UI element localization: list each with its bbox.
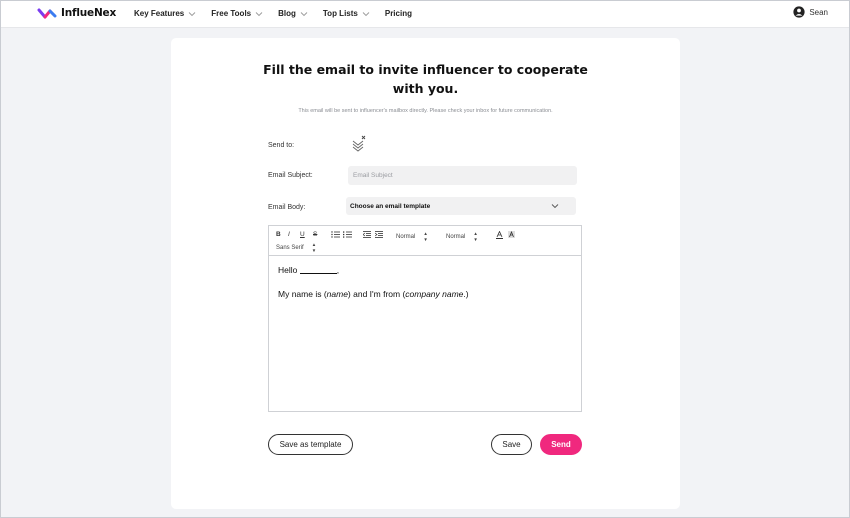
chevron-down-icon [300,11,308,16]
email-body-editor: B I U S Normal ▲ ▼ Normal ▲ ▼ Sans Serif… [268,225,582,412]
name-blank [299,265,337,274]
sort-arrows-icon: ▲ ▼ [311,242,317,253]
title-line-1: Fill the email to invite influencer to c… [263,62,588,77]
email-subject-input[interactable] [348,166,577,185]
ordered-list-icon[interactable] [331,231,340,238]
size-select-value: Normal [446,234,466,240]
italic-button[interactable]: I [288,231,290,238]
text-color-icon[interactable] [496,231,503,239]
nav-label: Free Tools [211,9,252,18]
body-label: Email Body: [268,204,306,211]
sort-arrows-icon: ▲ ▼ [423,231,428,242]
invite-card: Fill the email to invite influencer to c… [171,38,680,509]
send-button[interactable]: Send [540,434,582,455]
outdent-icon[interactable] [363,231,371,238]
user-avatar-icon [793,6,805,18]
editor-toolbar: B I U S Normal ▲ ▼ Normal ▲ ▼ Sans Serif… [269,226,581,256]
sort-arrows-icon: ▲ ▼ [473,231,478,242]
email-template-select[interactable]: Choose an email template [346,197,576,215]
logo-icon [37,8,57,19]
font-select[interactable]: Sans Serif ▲ ▼ [276,242,316,254]
user-name: Sean [809,7,828,17]
bullet-list-icon[interactable] [343,231,352,238]
chevron-down-icon [188,11,196,16]
underline-button[interactable]: U [300,231,305,238]
recipient-avatar-icon[interactable] [352,135,366,153]
name-placeholder: name [326,289,348,299]
nav-free-tools[interactable]: Free Tools [211,9,263,18]
nav-label: Pricing [384,9,412,18]
chevron-down-icon [362,11,370,16]
editor-content[interactable]: Hello , My name is (name) and I'm from (… [269,256,581,322]
save-button[interactable]: Save [491,434,532,455]
template-select-value: Choose an email template [350,202,431,210]
save-as-template-button[interactable]: Save as template [268,434,353,455]
page-subtitle: This email will be sent to influencer's … [298,108,553,114]
page-title: Fill the email to invite influencer to c… [171,60,680,98]
nav-key-features[interactable]: Key Features [134,9,196,18]
nav-label: Top Lists [322,9,358,18]
heading-select-value: Normal [396,234,416,240]
send-to-label: Send to: [268,142,295,149]
brand-logo[interactable]: InflueNex [37,7,116,19]
title-line-2: with you. [392,81,459,96]
nav-label: Blog [278,9,296,18]
company-placeholder: company name [405,289,464,299]
size-select[interactable]: Normal ▲ ▼ [446,231,478,243]
background-color-icon[interactable] [508,231,515,239]
nav-label: Key Features [134,9,185,18]
greeting-line: Hello , [278,265,340,275]
font-select-value: Sans Serif [276,245,304,251]
brand-name: InflueNex [61,7,117,19]
subject-label: Email Subject: [268,172,313,179]
bold-button[interactable]: B [276,231,281,238]
intro-line: My name is (name) and I'm from (company … [278,289,469,299]
main-nav: Key Features Free Tools Blog Top Lists P… [134,9,427,18]
nav-pricing[interactable]: Pricing [385,9,412,18]
top-navbar: InflueNex Key Features Free Tools Blog T… [0,0,850,28]
user-menu[interactable]: Sean [793,6,828,18]
chevron-down-icon [551,204,559,209]
chevron-down-icon [255,11,263,16]
strikethrough-button[interactable]: S [313,231,317,238]
heading-select[interactable]: Normal ▲ ▼ [396,231,428,243]
nav-top-lists[interactable]: Top Lists [323,9,370,18]
indent-icon[interactable] [375,231,383,238]
nav-blog[interactable]: Blog [278,9,308,18]
